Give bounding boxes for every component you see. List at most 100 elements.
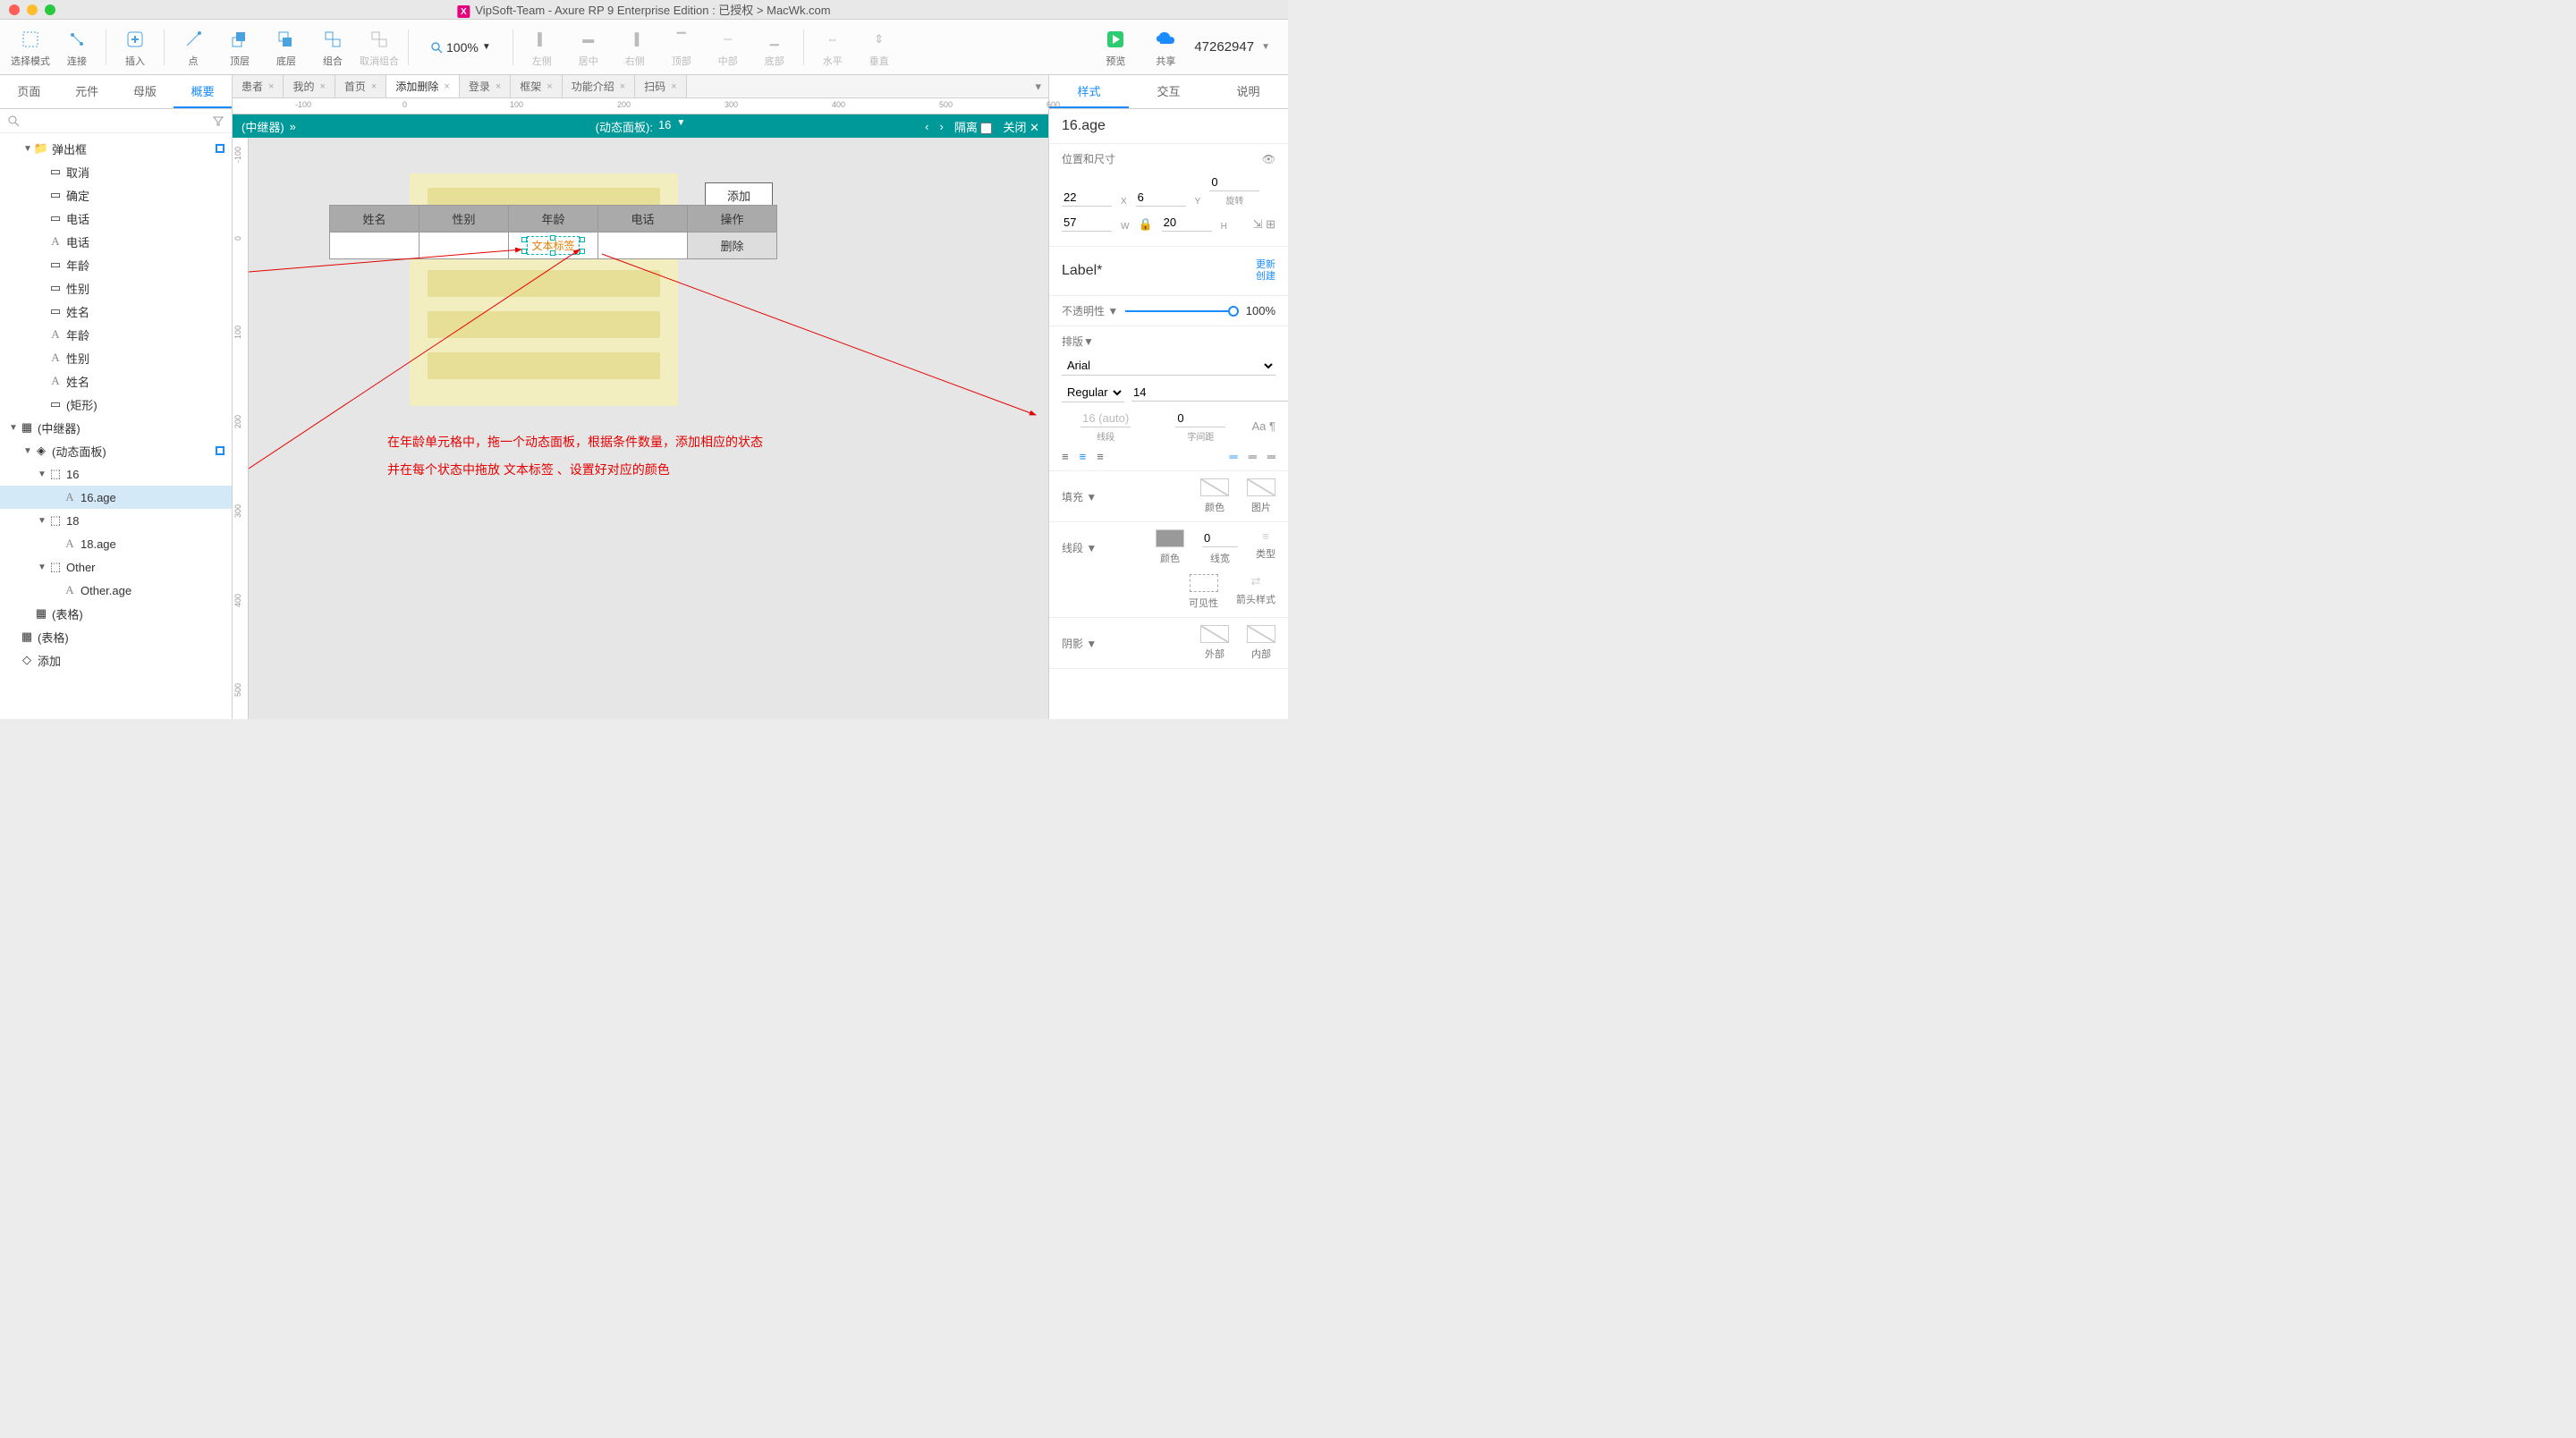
- outline-item[interactable]: AOther.age: [0, 579, 232, 602]
- align-center-button[interactable]: ▬居中: [567, 27, 610, 68]
- doc-tab[interactable]: 患者×: [233, 75, 284, 97]
- shadow-out[interactable]: [1200, 625, 1229, 643]
- doc-tab[interactable]: 框架×: [511, 75, 562, 97]
- outline-item[interactable]: ▼📁弹出框: [0, 137, 232, 160]
- dp-breadcrumb[interactable]: (中继器): [242, 118, 284, 135]
- visibility-box[interactable]: [1190, 574, 1218, 592]
- outline-item[interactable]: ▭年龄: [0, 253, 232, 276]
- dp-isolate[interactable]: 隔离: [954, 121, 978, 134]
- doc-tab[interactable]: 我的×: [284, 75, 335, 97]
- search-icon[interactable]: [7, 114, 20, 127]
- align-center-icon[interactable]: ≡: [1080, 450, 1087, 463]
- shadow-in[interactable]: [1247, 625, 1275, 643]
- close-tab-icon[interactable]: ×: [371, 81, 377, 92]
- doc-tab[interactable]: 添加删除×: [386, 75, 459, 97]
- doc-tab[interactable]: 功能介绍×: [563, 75, 635, 97]
- dp-next[interactable]: ›: [939, 120, 943, 133]
- account-name[interactable]: 47262947: [1194, 39, 1254, 55]
- outline-item[interactable]: ▭姓名: [0, 300, 232, 323]
- outline-item[interactable]: ◇添加: [0, 648, 232, 672]
- outline-item[interactable]: ▭(矩形): [0, 393, 232, 416]
- visibility-icon[interactable]: 👁: [1262, 153, 1275, 165]
- tab-style[interactable]: 样式: [1049, 75, 1129, 108]
- connect-button[interactable]: 连接: [55, 27, 98, 68]
- age-cell[interactable]: 文本标签: [509, 233, 598, 259]
- outline-item[interactable]: A姓名: [0, 369, 232, 393]
- dp-state-select[interactable]: 16: [658, 118, 671, 135]
- w-input[interactable]: [1062, 214, 1112, 232]
- outline-item[interactable]: A电话: [0, 230, 232, 253]
- weight-select[interactable]: Regular: [1062, 383, 1124, 402]
- minimize-window[interactable]: [27, 4, 38, 15]
- close-tab-icon[interactable]: ×: [620, 81, 625, 92]
- valign-mid-icon[interactable]: ═: [1249, 450, 1257, 463]
- align-middle-button[interactable]: ─中部: [707, 27, 750, 68]
- doc-tab[interactable]: 扫码×: [635, 75, 686, 97]
- align-right-button[interactable]: ▐右侧: [614, 27, 657, 68]
- outline-item[interactable]: ▼▦(中继器): [0, 416, 232, 439]
- border-color-swatch[interactable]: [1156, 529, 1184, 547]
- x-input[interactable]: [1062, 189, 1112, 207]
- preview-button[interactable]: 预览: [1094, 27, 1137, 68]
- align-left-icon[interactable]: ≡: [1062, 450, 1069, 463]
- doc-tab[interactable]: 登录×: [460, 75, 511, 97]
- add-button[interactable]: 添加: [705, 182, 773, 207]
- dp-prev[interactable]: ‹: [925, 120, 928, 133]
- ungroup-button[interactable]: 取消组合: [358, 27, 401, 68]
- close-tab-icon[interactable]: ×: [319, 81, 325, 92]
- close-tab-icon[interactable]: ×: [496, 81, 501, 92]
- outline-item[interactable]: ▼◈(动态面板): [0, 439, 232, 462]
- align-top-button[interactable]: ▔顶部: [660, 27, 703, 68]
- outline-item[interactable]: ▦(表格): [0, 602, 232, 625]
- size-input[interactable]: [1131, 384, 1288, 402]
- outline-item[interactable]: ▼⬚18: [0, 509, 232, 532]
- tab-master[interactable]: 母版: [116, 75, 174, 108]
- outline-item[interactable]: ▼⬚16: [0, 462, 232, 486]
- outline-item[interactable]: ▦(表格): [0, 625, 232, 648]
- align-right-icon[interactable]: ≡: [1097, 450, 1104, 463]
- border-width-input[interactable]: [1202, 529, 1238, 547]
- outline-item[interactable]: A16.age: [0, 486, 232, 509]
- tab-outline[interactable]: 概要: [174, 75, 232, 108]
- outline-item[interactable]: A18.age: [0, 532, 232, 555]
- element-name[interactable]: 16.age: [1049, 109, 1288, 144]
- zoom-control[interactable]: 100% ▼: [430, 40, 491, 55]
- insert-button[interactable]: 插入: [114, 27, 157, 68]
- outline-item[interactable]: ▭性别: [0, 276, 232, 300]
- canvas[interactable]: 添加 姓名性别年龄电话操作 文本标签: [249, 138, 1048, 719]
- outline-item[interactable]: ▼⬚Other: [0, 555, 232, 579]
- h-input[interactable]: [1162, 214, 1212, 232]
- style-name[interactable]: Label*: [1062, 263, 1102, 279]
- y-input[interactable]: [1136, 189, 1186, 207]
- rot-input[interactable]: [1209, 173, 1259, 191]
- tab-notes[interactable]: 说明: [1208, 75, 1288, 108]
- close-tab-icon[interactable]: ×: [671, 81, 676, 92]
- filter-icon[interactable]: [212, 114, 225, 127]
- doc-tab[interactable]: 首页×: [335, 75, 386, 97]
- valign-bot-icon[interactable]: ═: [1267, 450, 1275, 463]
- outline-item[interactable]: ▭取消: [0, 160, 232, 183]
- delete-button[interactable]: 删除: [688, 233, 777, 259]
- tab-widget[interactable]: 元件: [58, 75, 116, 108]
- outline-item[interactable]: ▭确定: [0, 183, 232, 207]
- maximize-window[interactable]: [45, 4, 55, 15]
- outline-item[interactable]: A年龄: [0, 323, 232, 346]
- outline-item[interactable]: A性别: [0, 346, 232, 369]
- share-button[interactable]: 共享: [1144, 27, 1187, 68]
- send-back-button[interactable]: 底层: [265, 27, 308, 68]
- group-button[interactable]: 组合: [311, 27, 354, 68]
- close-window[interactable]: [9, 4, 20, 15]
- point-button[interactable]: 点: [172, 27, 215, 68]
- close-tab-icon[interactable]: ×: [547, 81, 552, 92]
- outline-item[interactable]: ▭电话: [0, 207, 232, 230]
- dp-close[interactable]: 关闭: [1003, 121, 1026, 134]
- align-left-button[interactable]: ▌左侧: [521, 27, 564, 68]
- select-mode-button[interactable]: 选择模式: [9, 27, 52, 68]
- opacity-slider[interactable]: [1125, 310, 1239, 312]
- dist-h-button[interactable]: ⇔水平: [811, 27, 854, 68]
- font-select[interactable]: Arial: [1062, 356, 1275, 376]
- lock-icon[interactable]: 🔒: [1138, 217, 1152, 232]
- tab-interact[interactable]: 交互: [1129, 75, 1208, 108]
- close-tab-icon[interactable]: ×: [268, 81, 274, 92]
- bring-front-button[interactable]: 顶层: [218, 27, 261, 68]
